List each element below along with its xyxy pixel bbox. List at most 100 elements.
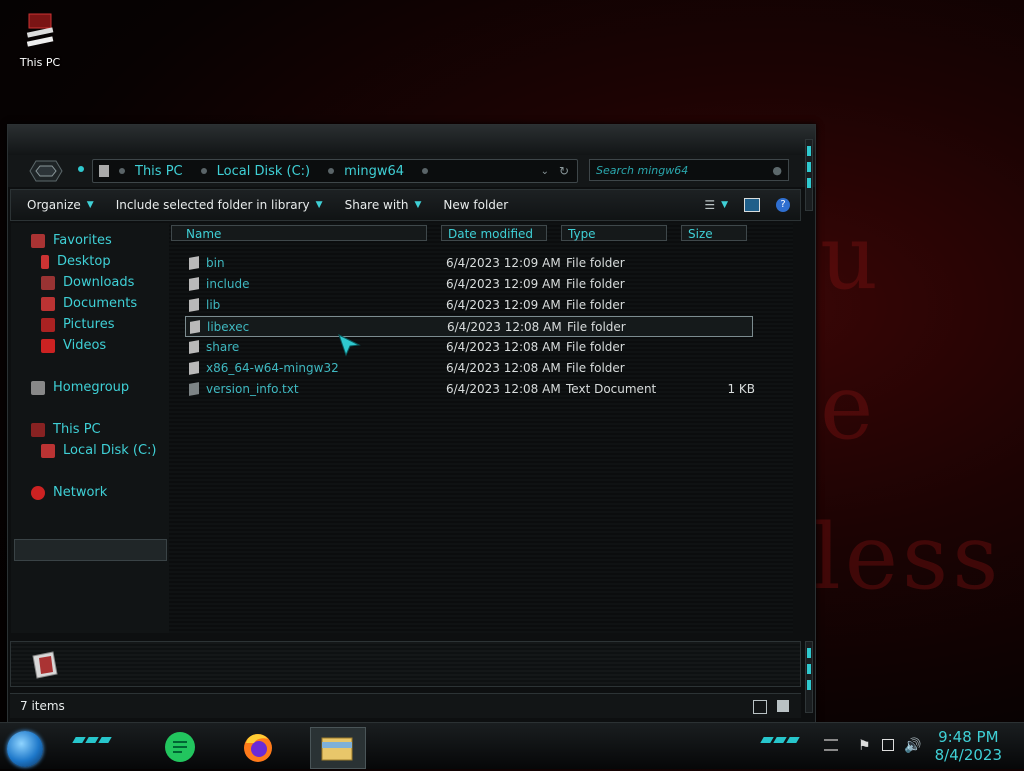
firefox-icon bbox=[244, 734, 272, 762]
folder-icon bbox=[189, 277, 199, 291]
flag-icon[interactable]: ⚑ bbox=[858, 739, 872, 753]
nav-homegroup[interactable]: Homegroup bbox=[31, 380, 129, 395]
include-in-library-button[interactable]: Include selected folder in library ▼ bbox=[116, 198, 323, 212]
network-icon bbox=[31, 485, 45, 500]
column-name-label: Name bbox=[186, 227, 222, 241]
column-header-name[interactable]: Name bbox=[171, 225, 427, 241]
firefox-button[interactable] bbox=[238, 727, 278, 767]
breadcrumb-local-disk[interactable]: Local Disk (C:) bbox=[217, 164, 310, 179]
chevron-down-icon: ▼ bbox=[414, 200, 422, 210]
breadcrumb-separator bbox=[422, 168, 429, 174]
nav-favorites[interactable]: Favorites bbox=[31, 233, 112, 248]
command-bar: Organize ▼ Include selected folder in li… bbox=[10, 189, 801, 221]
nav-local-disk[interactable]: Local Disk (C:) bbox=[41, 443, 156, 458]
folder-icon bbox=[189, 361, 199, 375]
file-type: File folder bbox=[567, 320, 626, 334]
file-row[interactable]: bin 6/4/2023 12:09 AM File folder bbox=[185, 253, 753, 274]
address-bar[interactable]: This PC Local Disk (C:) mingw64 ⌄ ↻ bbox=[92, 159, 578, 183]
file-type: File folder bbox=[566, 256, 625, 270]
nav-desktop-label: Desktop bbox=[57, 254, 111, 269]
text-file-icon bbox=[189, 382, 199, 396]
column-header-date[interactable]: Date modified bbox=[441, 225, 547, 241]
file-date: 6/4/2023 12:09 AM bbox=[446, 298, 561, 312]
clock-date: 8/4/2023 bbox=[934, 746, 1002, 764]
window-title-bar[interactable] bbox=[8, 125, 815, 156]
organize-button[interactable]: Organize ▼ bbox=[27, 198, 94, 212]
start-button[interactable] bbox=[7, 731, 43, 767]
nav-downloads[interactable]: Downloads bbox=[41, 275, 134, 290]
nav-desktop[interactable]: Desktop bbox=[41, 254, 111, 269]
folder-icon bbox=[189, 298, 199, 312]
file-type: File folder bbox=[566, 277, 625, 291]
file-date: 6/4/2023 12:08 AM bbox=[446, 382, 561, 396]
column-header-type[interactable]: Type bbox=[561, 225, 667, 241]
breadcrumb-separator bbox=[200, 168, 207, 174]
drive-icon bbox=[41, 443, 55, 458]
folder-icon bbox=[99, 165, 109, 177]
large-icons-view-icon[interactable] bbox=[777, 700, 789, 712]
file-row[interactable]: x86_64-w64-mingw32 6/4/2023 12:08 AM Fil… bbox=[185, 358, 753, 379]
navigation-pane: Favorites Desktop Downloads Documents Pi… bbox=[11, 223, 169, 633]
file-explorer-button[interactable] bbox=[310, 727, 366, 769]
network-status-icon[interactable] bbox=[882, 739, 894, 751]
file-row-selected[interactable]: libexec 6/4/2023 12:08 AM File folder bbox=[185, 316, 753, 337]
chevron-down-icon[interactable]: ⌄ bbox=[541, 166, 549, 177]
help-icon[interactable]: ? bbox=[776, 198, 790, 212]
nav-pictures-label: Pictures bbox=[63, 317, 115, 332]
nav-pictures[interactable]: Pictures bbox=[41, 317, 114, 332]
file-row[interactable]: lib 6/4/2023 12:09 AM File folder bbox=[185, 295, 753, 316]
nav-documents-label: Documents bbox=[63, 296, 138, 311]
explorer-window[interactable]: This PC Local Disk (C:) mingw64 ⌄ ↻ Sear… bbox=[7, 124, 816, 723]
system-clock[interactable]: 9:48 PM 8/4/2023 bbox=[935, 728, 1002, 764]
details-view-icon[interactable] bbox=[753, 700, 767, 714]
file-type: File folder bbox=[566, 340, 625, 354]
back-forward-icon[interactable] bbox=[28, 158, 64, 184]
search-icon[interactable]: ● bbox=[772, 160, 782, 182]
file-type: File folder bbox=[566, 361, 625, 375]
nav-this-pc[interactable]: This PC bbox=[31, 422, 101, 437]
breadcrumb-mingw64[interactable]: mingw64 bbox=[344, 164, 404, 179]
file-list[interactable]: Name Date modified Type Size bin 6/4/202… bbox=[169, 223, 793, 633]
column-size-label: Size bbox=[688, 227, 713, 241]
file-date: 6/4/2023 12:09 AM bbox=[446, 277, 561, 291]
chevron-down-icon: ▼ bbox=[86, 200, 94, 210]
nav-videos[interactable]: Videos bbox=[41, 338, 106, 353]
nav-local-disk-label: Local Disk (C:) bbox=[63, 443, 157, 458]
file-name: x86_64-w64-mingw32 bbox=[206, 361, 339, 375]
column-header-size[interactable]: Size bbox=[681, 225, 747, 241]
search-input[interactable]: Search mingw64 ● bbox=[589, 159, 789, 181]
nav-documents[interactable]: Documents bbox=[41, 296, 137, 311]
desktop-icon-label: This PC bbox=[19, 56, 61, 69]
refresh-icon[interactable]: ↻ bbox=[559, 164, 569, 178]
nav-network[interactable]: Network bbox=[31, 485, 107, 500]
frame-accent bbox=[805, 139, 813, 211]
desktop-icon-this-pc[interactable]: This PC bbox=[14, 12, 66, 69]
file-row[interactable]: share 6/4/2023 12:08 AM File folder bbox=[185, 337, 753, 358]
clock-time: 9:48 PM bbox=[938, 728, 999, 746]
new-folder-label: New folder bbox=[443, 198, 509, 212]
homegroup-icon bbox=[31, 380, 45, 395]
notes-app-button[interactable] bbox=[160, 727, 200, 767]
preview-pane-icon[interactable] bbox=[744, 198, 760, 212]
computer-icon bbox=[31, 422, 45, 437]
column-type-label: Type bbox=[568, 227, 596, 241]
breadcrumb-this-pc[interactable]: This PC bbox=[135, 164, 183, 179]
nav-this-pc-label: This PC bbox=[53, 422, 101, 437]
file-name: bin bbox=[206, 256, 225, 270]
folder-icon bbox=[190, 320, 200, 334]
file-date: 6/4/2023 12:09 AM bbox=[446, 256, 561, 270]
file-explorer-icon bbox=[321, 737, 353, 761]
recent-dot-icon[interactable] bbox=[78, 166, 84, 172]
file-row[interactable]: include 6/4/2023 12:09 AM File folder bbox=[185, 274, 753, 295]
nav-network-label: Network bbox=[53, 485, 108, 500]
desktop-icon bbox=[41, 254, 49, 269]
volume-icon[interactable]: 🔊 bbox=[904, 739, 921, 753]
file-date: 6/4/2023 12:08 AM bbox=[446, 340, 561, 354]
new-folder-button[interactable]: New folder bbox=[443, 198, 508, 212]
view-options-icon[interactable]: ☰ bbox=[704, 198, 715, 212]
file-row[interactable]: version_info.txt 6/4/2023 12:08 AM Text … bbox=[185, 379, 755, 400]
show-hidden-icons-icon[interactable] bbox=[824, 739, 838, 751]
chevron-down-icon[interactable]: ▼ bbox=[721, 200, 728, 210]
breadcrumb-separator bbox=[328, 168, 335, 174]
share-with-button[interactable]: Share with ▼ bbox=[345, 198, 422, 212]
